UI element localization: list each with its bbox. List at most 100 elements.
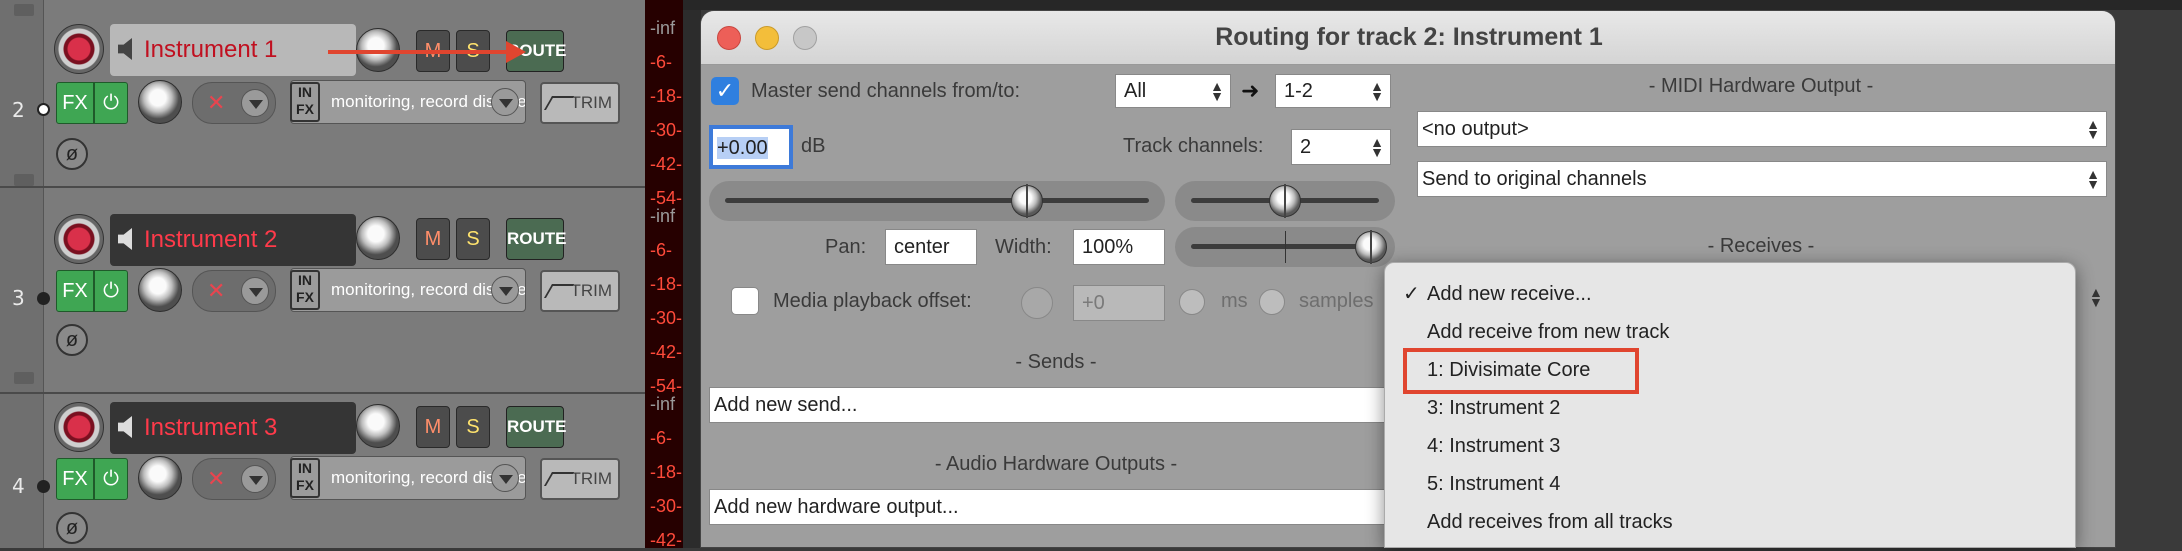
updown-icon: ▲ ▼ <box>2086 116 2100 142</box>
monitor-select[interactable]: monitoring, record disabled <box>290 268 526 312</box>
master-send-label: Master send channels from/to: <box>751 80 1021 102</box>
track-name-field[interactable]: Instrument 1 <box>110 24 356 76</box>
meter-scale-label: -6- <box>650 52 672 72</box>
width-label: Width: <box>995 236 1052 258</box>
trim-button[interactable]: TRIM <box>540 458 620 500</box>
menu-item-add-all-receives[interactable]: Add receives from all tracks <box>1427 511 1673 534</box>
folder-icon[interactable] <box>14 4 34 16</box>
pan-knob[interactable] <box>138 456 182 500</box>
volume-slider-track <box>725 198 1149 203</box>
pan-input[interactable]: center <box>885 229 977 265</box>
input-select[interactable]: ✕ <box>192 270 276 312</box>
add-hw-output-select[interactable]: Add new hardware output... <box>709 489 1409 525</box>
track-name-field[interactable]: Instrument 2 <box>110 214 356 266</box>
media-offset-input[interactable]: +0 <box>1073 285 1165 321</box>
width-slider[interactable] <box>1175 227 1395 267</box>
menu-item-add-receive-new-track[interactable]: Add receive from new track <box>1427 321 1669 344</box>
audio-hw-outputs-header: - Audio Hardware Outputs - <box>934 453 1178 475</box>
track-select-dot[interactable] <box>37 103 50 116</box>
phase-invert-button[interactable]: ø <box>56 324 88 356</box>
volume-slider[interactable] <box>709 181 1165 221</box>
fx-bypass-button[interactable]: ⏻ <box>94 82 128 124</box>
disabled-x-icon: ✕ <box>207 278 226 303</box>
dialog-titlebar[interactable]: Routing for track 2: Instrument 1 <box>701 11 2115 65</box>
meter-scale-label: -inf <box>650 18 676 38</box>
pan-slider[interactable] <box>1175 181 1395 221</box>
to-channels-value: 1-2 <box>1284 80 1313 102</box>
add-send-select[interactable]: Add new send... <box>709 387 1409 423</box>
record-arm-button[interactable] <box>54 214 104 264</box>
track-name-field[interactable]: Instrument 3 <box>110 402 356 454</box>
solo-button[interactable]: S <box>456 218 490 260</box>
input-select[interactable]: ✕ <box>192 82 276 124</box>
fx-bypass-button[interactable]: ⏻ <box>94 458 128 500</box>
phase-invert-button[interactable]: ø <box>56 138 88 170</box>
volume-knob[interactable] <box>356 216 400 260</box>
input-fx-button[interactable]: IN FX <box>290 82 320 122</box>
input-select[interactable]: ✕ <box>192 458 276 500</box>
folder-icon[interactable] <box>14 372 34 384</box>
menu-item-instrument-4[interactable]: 5: Instrument 4 <box>1427 473 1560 496</box>
chevron-down-icon <box>241 465 269 493</box>
fx-button[interactable]: FX <box>56 458 94 500</box>
track-select-dot[interactable] <box>37 480 50 493</box>
trim-button[interactable]: TRIM <box>540 270 620 312</box>
trim-button[interactable]: TRIM <box>540 82 620 124</box>
volume-slider-thumb[interactable] <box>1010 184 1043 218</box>
record-arm-button[interactable] <box>54 402 104 452</box>
route-button[interactable]: ROUTE <box>506 406 567 448</box>
track-number: 3 <box>12 286 25 310</box>
input-fx-button[interactable]: IN FX <box>290 458 320 498</box>
pan-knob[interactable] <box>138 80 182 124</box>
track-number: 2 <box>12 98 25 122</box>
pan-knob[interactable] <box>138 268 182 312</box>
solo-button[interactable]: S <box>456 406 490 448</box>
menu-item-add-new-receive[interactable]: Add new receive... <box>1427 283 1592 306</box>
track-channels-select[interactable]: 2 ▲ ▼ <box>1291 129 1391 165</box>
phase-invert-button[interactable]: ø <box>56 512 88 544</box>
media-offset-checkbox[interactable] <box>731 287 759 315</box>
volume-input[interactable]: +0.00 <box>709 125 793 169</box>
arrange-background <box>683 0 701 548</box>
receives-header: - Receives - <box>1707 235 1815 257</box>
meter-scale-label: -42- <box>650 342 683 362</box>
width-input[interactable]: 100% <box>1073 229 1165 265</box>
monitor-select[interactable]: monitoring, record disabled <box>290 80 526 124</box>
ms-radio[interactable] <box>1179 289 1205 315</box>
add-receive-menu: ✓ Add new receive... Add receive from ne… <box>1384 262 2076 548</box>
monitor-select[interactable]: monitoring, record disabled <box>290 456 526 500</box>
track-row[interactable]: 2 Instrument 1 M S ROUTE FX ⏻ ✕ monitori… <box>0 0 645 188</box>
fx-button[interactable]: FX <box>56 270 94 312</box>
pan-label: Pan: <box>825 236 867 258</box>
send-to-channels-select[interactable]: 1-2 ▲ ▼ <box>1275 74 1391 108</box>
volume-knob[interactable] <box>356 404 400 448</box>
track-select-dot[interactable] <box>37 292 50 305</box>
mute-button[interactable]: M <box>416 218 450 260</box>
media-offset-knob[interactable] <box>1021 287 1053 319</box>
midi-output-value: <no output> <box>1422 118 1529 140</box>
chevron-down-icon <box>491 88 519 116</box>
master-send-checkbox[interactable]: ✓ <box>711 77 739 105</box>
fx-button[interactable]: FX <box>56 82 94 124</box>
mute-button[interactable]: M <box>416 406 450 448</box>
track-row[interactable]: 4 Instrument 3 M S ROUTE FX ⏻ ✕ monitori… <box>0 394 645 548</box>
width-slider-thumb[interactable] <box>1355 230 1387 264</box>
sends-header: - Sends - <box>1015 351 1097 373</box>
volume-value: +0.00 <box>717 137 768 159</box>
pan-slider-thumb[interactable] <box>1269 184 1301 218</box>
fx-bypass-button[interactable]: ⏻ <box>94 270 128 312</box>
menu-item-instrument-3[interactable]: 4: Instrument 3 <box>1427 435 1560 458</box>
samples-radio[interactable] <box>1259 289 1285 315</box>
route-button[interactable]: ROUTE <box>506 218 567 260</box>
record-arm-button[interactable] <box>54 24 104 74</box>
send-from-channels-select[interactable]: All ▲ ▼ <box>1115 74 1231 108</box>
track-row[interactable]: 3 Instrument 2 M S ROUTE FX ⏻ ✕ monitori… <box>0 206 645 394</box>
infx-bottom-label: FX <box>296 101 314 117</box>
updown-icon: ▲ ▼ <box>2089 284 2103 310</box>
midi-output-select[interactable]: <no output> ▲ ▼ <box>1417 111 2107 147</box>
midi-channel-select[interactable]: Send to original channels ▲ ▼ <box>1417 161 2107 197</box>
folder-icon[interactable] <box>14 174 34 186</box>
updown-icon: ▲ ▼ <box>2086 166 2100 192</box>
input-fx-button[interactable]: IN FX <box>290 270 320 310</box>
menu-item-instrument-2[interactable]: 3: Instrument 2 <box>1427 397 1560 420</box>
